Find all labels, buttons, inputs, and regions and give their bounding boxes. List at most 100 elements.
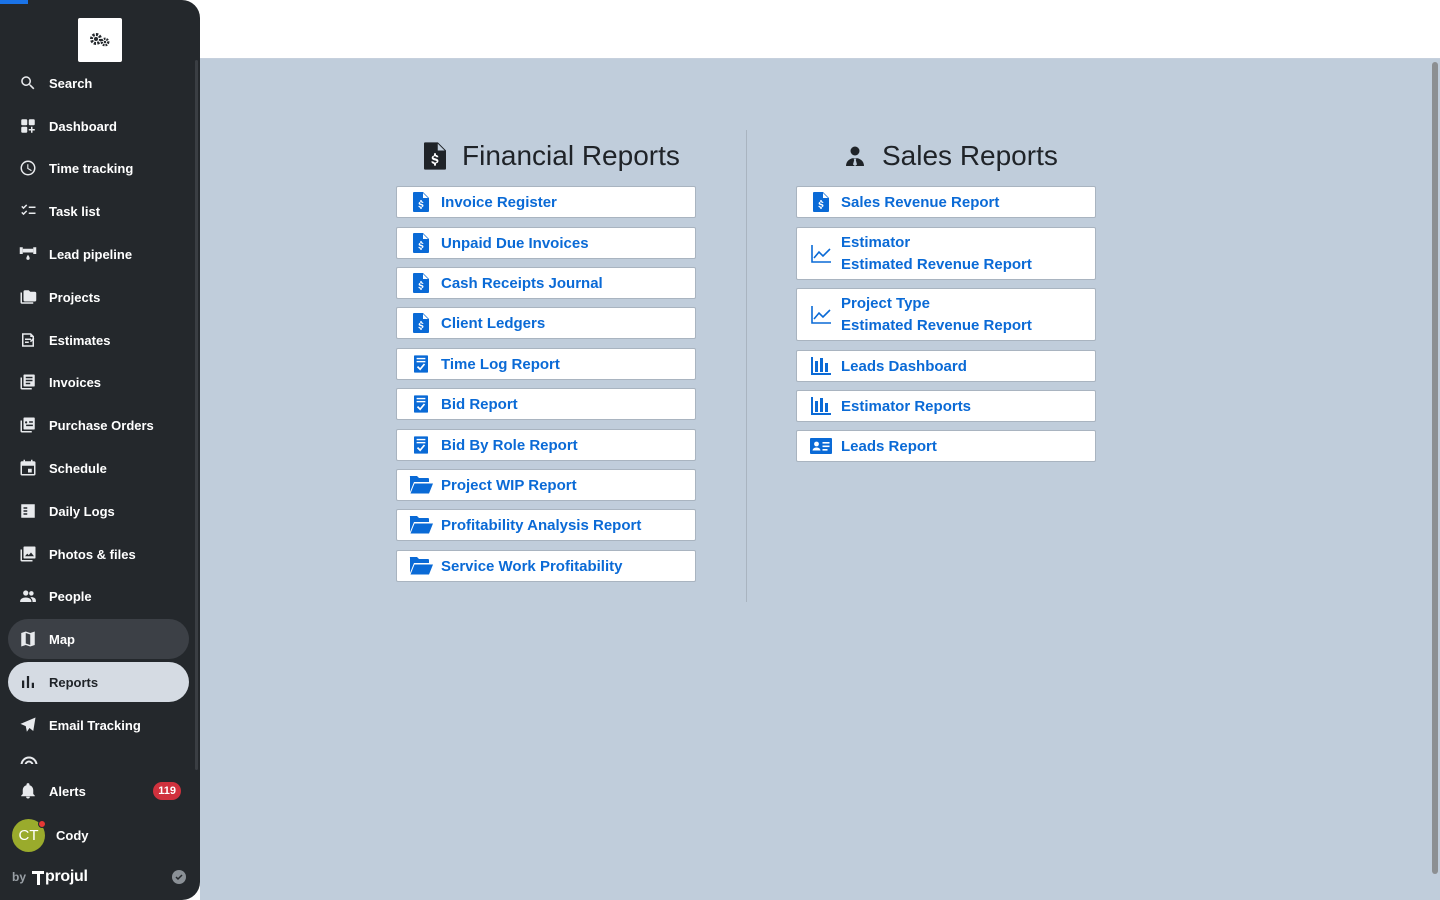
id-card-icon <box>809 435 833 457</box>
bar-chart-icon <box>19 673 37 691</box>
app-logo[interactable] <box>78 18 122 62</box>
sidebar-item-label: Reports <box>49 674 99 690</box>
report-leads-dashboard-button[interactable]: Leads Dashboard <box>796 350 1096 382</box>
report-label: Bid Report <box>441 395 518 413</box>
column-divider <box>746 130 747 602</box>
line-chart-icon <box>809 304 833 326</box>
section-title: Financial Reports <box>462 140 680 171</box>
sidebar-item-label: Time tracking <box>49 160 134 176</box>
report-label: Invoice Register <box>441 193 557 211</box>
projul-logo-icon <box>32 869 45 885</box>
folders-icon <box>19 288 37 306</box>
check-circle-icon[interactable] <box>172 870 186 884</box>
sidebar-item-projects[interactable]: Projects <box>8 277 189 317</box>
sidebar-item-label: Schedule <box>49 460 107 476</box>
sidebar-item-time-tracking[interactable]: Time tracking <box>8 148 189 188</box>
report-sales-revenue-button[interactable]: Sales Revenue Report <box>796 186 1096 218</box>
sidebar-item-label: Invoices <box>49 374 102 390</box>
report-label-line1: Project Type <box>841 294 930 312</box>
pipeline-icon <box>19 245 37 263</box>
report-label: Estimator Reports <box>841 397 972 415</box>
report-label: Unpaid Due Invoices <box>441 234 589 252</box>
partially-hidden-icon <box>20 756 38 764</box>
report-bid-button[interactable]: Bid Report <box>396 388 696 420</box>
report-unpaid-due-invoices-button[interactable]: Unpaid Due Invoices <box>396 227 696 259</box>
report-label: Time Log Report <box>441 355 560 373</box>
report-project-type-estimated-revenue-button[interactable]: Project Type Estimated Revenue Report <box>796 288 1096 341</box>
report-label: Bid By Role Report <box>441 436 578 454</box>
report-invoice-register-button[interactable]: Invoice Register <box>396 186 696 218</box>
report-label-line2: Estimated Revenue Report <box>841 255 1032 273</box>
report-label: Leads Report <box>841 437 937 455</box>
sidebar-item-invoices[interactable]: Invoices <box>8 362 189 402</box>
sidebar-item-task-list[interactable]: Task list <box>8 191 189 231</box>
avatar-initials: CT <box>18 826 39 844</box>
invoice-icon <box>19 373 37 391</box>
checklist-doc-icon <box>409 434 433 456</box>
sidebar-item-email-tracking[interactable]: Email Tracking <box>8 705 189 745</box>
checklist-icon <box>19 202 37 220</box>
by-label: by <box>12 870 27 884</box>
sidebar-item-label: Task list <box>49 203 101 219</box>
sidebar-item-map[interactable]: Map <box>8 619 189 659</box>
sidebar-item-daily-logs[interactable]: Daily Logs <box>8 491 189 531</box>
top-accent-bar <box>0 0 28 4</box>
sidebar-item-alerts[interactable]: Alerts 119 <box>8 771 189 811</box>
report-profitability-analysis-button[interactable]: Profitability Analysis Report <box>396 509 696 541</box>
top-header-bar <box>200 0 1440 59</box>
report-estimator-estimated-revenue-button[interactable]: Estimator Estimated Revenue Report <box>796 227 1096 280</box>
file-dollar-icon <box>409 312 433 334</box>
search-icon <box>19 74 37 92</box>
page-scrollbar[interactable] <box>1432 62 1438 874</box>
report-label: Profitability Analysis Report <box>441 516 642 534</box>
sidebar-item-people[interactable]: People <box>8 576 189 616</box>
sidebar-item-label: Map <box>49 631 75 647</box>
line-chart-icon <box>809 243 833 265</box>
sidebar-item-dashboard[interactable]: Dashboard <box>8 106 189 146</box>
gears-icon <box>90 33 110 47</box>
financial-reports-heading: Financial Reports <box>422 140 680 172</box>
sidebar-item-purchase-orders[interactable]: Purchase Orders <box>8 405 189 445</box>
sidebar-scrollbar[interactable] <box>195 60 198 770</box>
send-icon <box>19 716 37 734</box>
file-invoice-dollar-icon <box>422 142 448 170</box>
report-client-ledgers-button[interactable]: Client Ledgers <box>396 307 696 339</box>
report-label-line1: Estimator <box>841 233 911 251</box>
avatar[interactable]: CT <box>12 818 46 852</box>
sidebar-item-label: Estimates <box>49 332 111 348</box>
report-label: Project WIP Report <box>441 476 577 494</box>
online-status-dot <box>38 819 46 828</box>
sidebar-item-label: Projects <box>49 289 101 305</box>
report-label: Client Ledgers <box>441 314 546 332</box>
user-profile[interactable]: CT Cody <box>12 818 89 852</box>
sidebar: Search Dashboard Time tracking Task list… <box>0 0 200 900</box>
user-tie-icon <box>842 142 868 170</box>
report-bid-by-role-button[interactable]: Bid By Role Report <box>396 429 696 461</box>
report-label: Sales Revenue Report <box>841 193 1000 211</box>
brand-footer: by projul <box>12 867 188 887</box>
sidebar-item-label: Dashboard <box>49 118 117 134</box>
report-cash-receipts-journal-button[interactable]: Cash Receipts Journal <box>396 267 696 299</box>
sidebar-item-schedule[interactable]: Schedule <box>8 448 189 488</box>
sidebar-item-estimates[interactable]: Estimates <box>8 320 189 360</box>
sidebar-item-photos-files[interactable]: Photos & files <box>8 534 189 574</box>
sidebar-item-search[interactable]: Search <box>8 63 189 103</box>
report-estimator-reports-button[interactable]: Estimator Reports <box>796 390 1096 422</box>
purchase-order-icon <box>19 416 37 434</box>
user-name: Cody <box>56 827 89 843</box>
sidebar-item-label: Photos & files <box>49 546 136 562</box>
estimate-icon <box>19 331 37 349</box>
alerts-count-badge: 119 <box>153 782 181 800</box>
sidebar-item-reports[interactable]: Reports <box>8 662 189 702</box>
clock-icon <box>19 159 37 177</box>
report-time-log-button[interactable]: Time Log Report <box>396 348 696 380</box>
report-leads-report-button[interactable]: Leads Report <box>796 430 1096 462</box>
report-label: Leads Dashboard <box>841 357 967 375</box>
bell-icon <box>19 782 37 800</box>
report-project-wip-button[interactable]: Project WIP Report <box>396 469 696 501</box>
report-service-work-profitability-button[interactable]: Service Work Profitability <box>396 550 696 582</box>
sidebar-item-label: Email Tracking <box>49 717 141 733</box>
sidebar-item-lead-pipeline[interactable]: Lead pipeline <box>8 234 189 274</box>
folder-open-icon <box>409 555 433 577</box>
file-dollar-icon <box>409 232 433 254</box>
